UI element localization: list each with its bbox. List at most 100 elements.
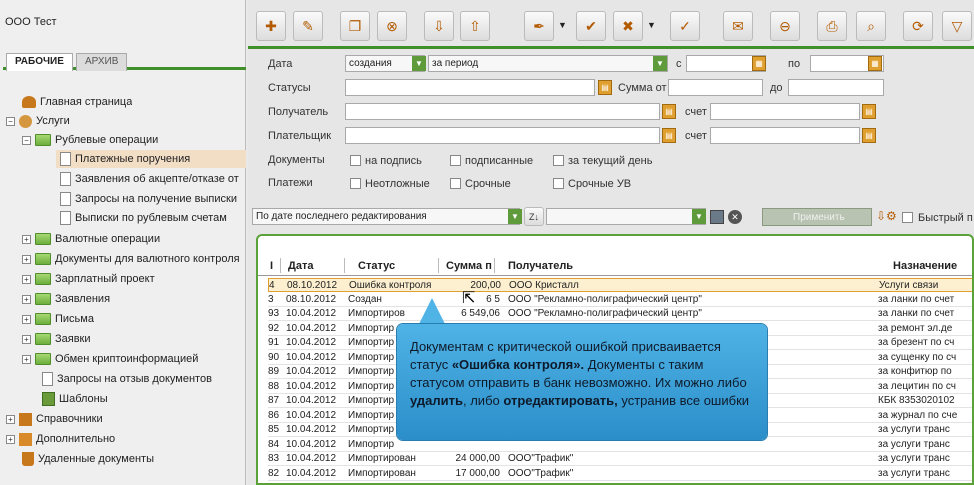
table-row[interactable]: 8110.04.2012Импортирован4 000,00ИП Сираз… (268, 481, 972, 483)
remove-sign-menu-arrow-icon[interactable]: ▼ (647, 20, 656, 30)
sum-to-input[interactable] (788, 79, 884, 96)
import-icon: ⇩ (433, 17, 445, 34)
delete-button[interactable]: ⊗ (377, 11, 407, 41)
tab-work[interactable]: РАБОЧИЕ (6, 53, 73, 71)
search-button[interactable]: ⌕ (856, 11, 886, 41)
collapse-icon[interactable]: − (22, 135, 31, 145)
chevron-down-icon[interactable]: ▼ (508, 209, 522, 224)
expand-icon[interactable]: + (22, 274, 31, 284)
table-row[interactable]: 4 08.10.2012 Ошибка контроля 200,00 ООО Крис… (268, 278, 972, 292)
tree-item-currency-ops[interactable]: + Валютные операции (22, 230, 160, 248)
export-button[interactable]: ⇧ (460, 11, 490, 41)
statuses-input[interactable] (345, 79, 595, 96)
send-button[interactable]: ✓ (670, 11, 700, 41)
expand-icon[interactable]: + (6, 414, 15, 424)
col-recipient[interactable]: Получатель (508, 260, 573, 272)
expand-icon[interactable]: + (22, 234, 31, 244)
folder-icon (35, 253, 51, 265)
filter-button[interactable]: ▽ (942, 11, 972, 41)
sum-from-input[interactable] (668, 79, 763, 96)
tree-item-deleted[interactable]: Удаленные документы (22, 450, 154, 468)
tab-archive[interactable]: АРХИВ (76, 53, 128, 71)
sort-direction-button[interactable]: Z↓ (524, 207, 544, 226)
expand-icon[interactable]: + (22, 294, 31, 304)
save-filter-icon[interactable] (710, 210, 724, 224)
refresh-button[interactable]: ⟳ (903, 11, 933, 41)
new-document-button[interactable]: ✚ (256, 11, 286, 41)
tree-item-payment-orders[interactable]: Платежные поручения (56, 150, 246, 168)
tree-item-templates[interactable]: Шаблоны (38, 390, 108, 408)
expand-icon[interactable]: + (22, 254, 31, 264)
table-row[interactable]: 3 08.10.2012 Создан 6 5 ООО "Рекламно-полигр… (268, 293, 972, 307)
print-button[interactable]: ⎙ (817, 11, 847, 41)
tree-item-ruble-ops[interactable]: − Рублевые операции (22, 131, 158, 149)
recipient-account-input[interactable] (710, 103, 860, 120)
tree-item-crypto[interactable]: + Обмен криптоинформацией (22, 350, 198, 368)
payer-account-input[interactable] (710, 127, 860, 144)
clear-filter-icon[interactable]: ✕ (728, 210, 742, 224)
import-button[interactable]: ⇩ (424, 11, 454, 41)
recipient-account-lookup-icon[interactable]: ▤ (862, 104, 876, 119)
sort-select[interactable]: По дате последнего редактирования (252, 208, 520, 225)
mail-button[interactable]: ✉ (723, 11, 753, 41)
checkbox-urgent[interactable] (350, 178, 361, 189)
tree-item-acceptance[interactable]: Заявления об акцепте/отказе от (56, 170, 246, 188)
edit-button[interactable]: ✎ (293, 11, 323, 41)
saved-filter-select[interactable] (546, 208, 706, 225)
filter-settings-icon[interactable]: ⇩⚙ (876, 209, 897, 223)
fast-filter-checkbox[interactable] (902, 212, 913, 223)
expand-icon[interactable]: + (22, 354, 31, 364)
recall-button[interactable]: ⊖ (770, 11, 800, 41)
checkbox-express-uv[interactable] (553, 178, 564, 189)
tree-item-recall-requests[interactable]: Запросы на отзыв документов (38, 370, 212, 388)
table-row[interactable]: 93 10.04.2012 Импортиров 6 549,06 ООО "Рекла… (268, 307, 972, 321)
checkbox-express[interactable] (450, 178, 461, 189)
tree-item-statements[interactable]: Выписки по рублевым счетам (56, 209, 246, 227)
sign-menu-arrow-icon[interactable]: ▼ (558, 20, 567, 30)
calendar-icon[interactable]: ▦ (868, 56, 882, 71)
recipient-input[interactable] (345, 103, 660, 120)
remove-sign-button[interactable]: ✖ (613, 11, 643, 41)
expand-icon[interactable]: + (22, 314, 31, 324)
sign-check-button[interactable]: ✔ (576, 11, 606, 41)
tree-item-requests[interactable]: + Заявки (22, 330, 91, 348)
tree-item-statement-requests[interactable]: Запросы на получение выписки (56, 190, 246, 208)
recipient-lookup-icon[interactable]: ▤ (662, 104, 676, 119)
tree-item-additional[interactable]: + Дополнительно (6, 430, 115, 448)
payer-lookup-icon[interactable]: ▤ (662, 128, 676, 143)
tree-item-services[interactable]: − Услуги (6, 112, 70, 130)
chevron-down-icon[interactable]: ▼ (653, 56, 667, 71)
apply-button[interactable]: Применить (762, 208, 872, 226)
table-row[interactable]: 83 10.04.2012 Импортирован 24 000,00 ООО"Тра… (268, 452, 972, 466)
col-amount[interactable]: Сумма п (446, 260, 492, 272)
checkbox-today-label: за текущий день (568, 155, 653, 167)
chevron-down-icon[interactable]: ▼ (692, 209, 706, 224)
statuses-lookup-icon[interactable]: ▤ (598, 80, 612, 95)
tree-item-salary[interactable]: + Зарплатный проект (22, 270, 155, 288)
col-number[interactable]: I (270, 260, 273, 272)
calendar-icon[interactable]: ▦ (752, 56, 766, 71)
table-row[interactable]: 82 10.04.2012 Импортирован 17 000,00 ООО"Тра… (268, 467, 972, 481)
tree-item-letters[interactable]: + Письма (22, 310, 94, 328)
collapse-icon[interactable]: − (6, 116, 15, 126)
tree-item-applications[interactable]: + Заявления (22, 290, 110, 308)
col-date[interactable]: Дата (288, 260, 313, 272)
tree-item-currency-control[interactable]: + Документы для валютного контроля (22, 250, 246, 268)
checkbox-signed[interactable] (450, 155, 461, 166)
tree-item-home[interactable]: Главная страница (22, 93, 132, 111)
payer-account-lookup-icon[interactable]: ▤ (862, 128, 876, 143)
copy-button[interactable]: ❐ (340, 11, 370, 41)
payer-input[interactable] (345, 127, 660, 144)
home-icon (22, 96, 36, 108)
expand-icon[interactable]: + (22, 334, 31, 344)
chevron-down-icon[interactable]: ▼ (412, 56, 426, 71)
tree-item-directories[interactable]: + Справочники (6, 410, 103, 428)
period-select[interactable]: за период (428, 55, 668, 72)
sign-button[interactable]: ✒ (524, 11, 554, 41)
expand-icon[interactable]: + (6, 434, 15, 444)
filter-icon: ▽ (951, 17, 963, 34)
checkbox-to-sign[interactable] (350, 155, 361, 166)
col-purpose[interactable]: Назначение (893, 260, 957, 272)
checkbox-today[interactable] (553, 155, 564, 166)
col-status[interactable]: Статус (358, 260, 395, 272)
